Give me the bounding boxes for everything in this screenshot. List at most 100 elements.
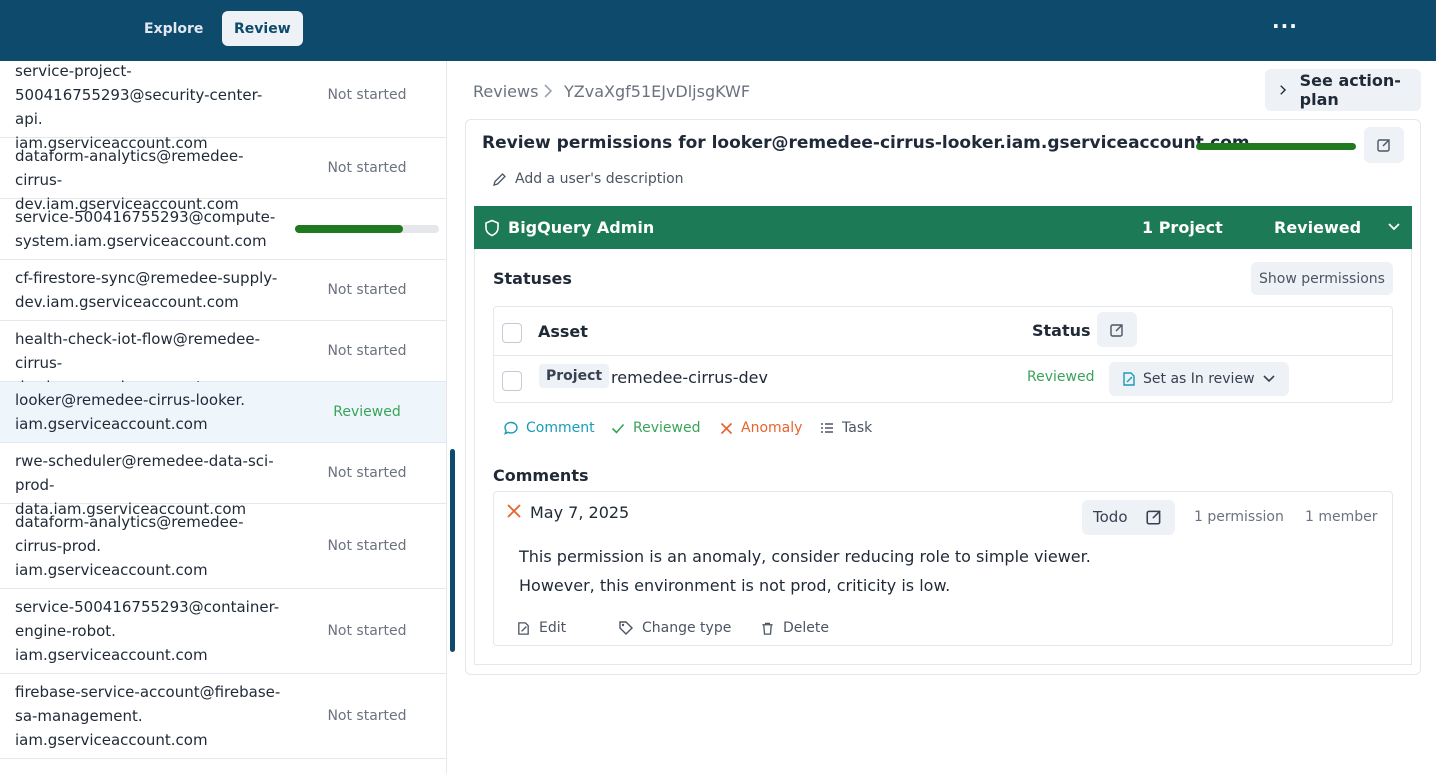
comment-button[interactable]: Comment <box>503 420 595 436</box>
edit-icon <box>1146 510 1161 525</box>
anomaly-icon <box>507 504 521 518</box>
todo-status-button[interactable]: Todo <box>1082 500 1175 535</box>
change-type-button[interactable]: Change type <box>618 620 731 636</box>
delete-label: Delete <box>783 620 829 636</box>
list-item-status: Not started <box>327 343 407 359</box>
list-item-name: dataform-analytics@remedee- cirrus-prod.… <box>15 513 244 579</box>
column-header-asset: Asset <box>538 322 588 341</box>
list-item-status: Not started <box>327 708 407 724</box>
task-label: Task <box>842 420 873 436</box>
breadcrumb-current: YZvaXgf51EJvDljsgKWF <box>564 82 751 101</box>
list-item[interactable]: firebase-service-account@firebase- sa-ma… <box>0 674 446 759</box>
see-action-plan-label: See action-plan <box>1299 71 1401 109</box>
list-item-name: firebase-service-account@firebase- sa-ma… <box>15 683 281 749</box>
edit-review-button[interactable] <box>1364 127 1404 163</box>
breadcrumb-root[interactable]: Reviews <box>473 82 538 101</box>
todo-label: Todo <box>1093 508 1128 526</box>
change-type-label: Change type <box>642 620 732 636</box>
tag-icon <box>619 621 633 635</box>
chevron-right-icon <box>1280 85 1287 95</box>
edit-comment-button[interactable]: Edit <box>516 620 566 636</box>
list-item[interactable]: dataform-analytics@remedee- cirrus-dev.i… <box>0 138 446 213</box>
list-item[interactable]: health-check-iot-flow@remedee- cirrus-de… <box>0 321 446 396</box>
list-item-name: service-500416755293@container- engine-r… <box>15 598 280 664</box>
edit-document-icon <box>518 621 529 635</box>
set-in-review-label: Set as In review <box>1143 371 1255 387</box>
statuses-heading: Statuses <box>493 269 572 288</box>
list-item-status: Not started <box>327 538 407 554</box>
list-item-name: service-500416755293@compute- system.iam… <box>15 208 276 250</box>
pencil-icon <box>493 172 506 186</box>
list-item-name: looker@remedee-cirrus-looker. iam.gservi… <box>15 391 246 433</box>
list-item-status: Not started <box>327 282 407 298</box>
sidebar-scrollbar[interactable] <box>450 449 455 652</box>
comment-text-line-1: This permission is an anomaly, consider … <box>519 547 1091 566</box>
tab-explore[interactable]: Explore <box>132 11 215 46</box>
review-progress-bar <box>1196 143 1356 150</box>
more-menu-icon[interactable]: ··· <box>1272 14 1298 38</box>
asset-name: remedee-cirrus-dev <box>611 368 768 387</box>
check-icon <box>611 423 625 434</box>
edit-icon <box>1110 323 1123 337</box>
role-name: BigQuery Admin <box>484 218 654 237</box>
comment-label: Comment <box>526 420 595 436</box>
list-item[interactable]: service-500416755293@compute- system.iam… <box>0 199 446 260</box>
task-button[interactable]: Task <box>819 420 872 436</box>
asset-status: Reviewed <box>1027 369 1095 385</box>
edit-status-button[interactable] <box>1097 312 1137 347</box>
delete-comment-button[interactable]: Delete <box>760 620 829 636</box>
tab-review[interactable]: Review <box>222 11 303 46</box>
role-status: Reviewed <box>1274 218 1362 237</box>
progress-bar <box>295 225 439 233</box>
list-item-selected[interactable]: looker@remedee-cirrus-looker. iam.gservi… <box>0 382 446 443</box>
add-description-button[interactable]: Add a user's description <box>492 171 684 187</box>
asset-type-badge: Project <box>539 364 610 388</box>
top-navbar: Explore Review ··· <box>0 0 1436 61</box>
task-list-icon <box>821 423 833 433</box>
select-all-checkbox[interactable] <box>502 323 522 343</box>
edit-document-icon <box>1123 372 1135 386</box>
chevron-right-icon <box>544 84 553 98</box>
list-item-status: Not started <box>327 623 407 639</box>
add-description-label: Add a user's description <box>515 171 684 187</box>
row-checkbox[interactable] <box>502 371 522 391</box>
anomaly-button[interactable]: Anomaly <box>719 420 802 436</box>
table-divider <box>494 355 1392 356</box>
role-header[interactable]: BigQuery Admin 1 Project Reviewed <box>474 206 1412 249</box>
see-action-plan-button[interactable]: See action-plan <box>1265 69 1421 111</box>
service-account-list: service-project- 500416755293@security-c… <box>0 61 447 774</box>
list-item[interactable]: service-500416755293@container- engine-r… <box>0 589 446 674</box>
comments-heading: Comments <box>493 466 589 485</box>
set-in-review-dropdown[interactable]: Set as In review <box>1109 362 1289 396</box>
progress-bar-fill <box>295 225 403 233</box>
show-permissions-button[interactable]: Show permissions <box>1251 262 1393 295</box>
chevron-down-icon[interactable] <box>1386 218 1402 234</box>
comment-text-line-2: However, this environment is not prod, c… <box>519 576 951 595</box>
member-count: 1 member <box>1305 509 1378 525</box>
shield-icon <box>485 219 499 236</box>
list-item-status: Reviewed <box>333 404 401 420</box>
list-item[interactable]: service-project- 500416755293@security-c… <box>0 61 446 152</box>
list-item-status: Not started <box>327 160 407 176</box>
anomaly-label: Anomaly <box>741 420 803 436</box>
close-icon <box>720 422 733 434</box>
permission-count: 1 permission <box>1194 509 1284 525</box>
edit-label: Edit <box>539 620 567 636</box>
reviewed-label: Reviewed <box>633 420 701 436</box>
list-item[interactable]: dataform-analytics@remedee- cirrus-prod.… <box>0 504 446 589</box>
list-item[interactable]: cf-firestore-sync@remedee-supply- dev.ia… <box>0 260 446 321</box>
list-item-status: Not started <box>327 465 407 481</box>
edit-icon <box>1377 139 1390 152</box>
list-item-name: cf-firestore-sync@remedee-supply- dev.ia… <box>15 269 278 311</box>
list-item-status: Not started <box>327 87 407 103</box>
comment-icon <box>504 421 518 435</box>
mark-reviewed-button[interactable]: Reviewed <box>610 420 700 436</box>
page-title: Review permissions for looker@remedee-ci… <box>482 133 1250 153</box>
trash-icon <box>762 622 773 635</box>
chevron-down-icon <box>1263 375 1275 383</box>
role-name-label: BigQuery Admin <box>508 218 655 237</box>
comment-date: May 7, 2025 <box>530 503 630 522</box>
role-project-count: 1 Project <box>1142 218 1223 237</box>
list-item[interactable]: rwe-scheduler@remedee-data-sci- prod-dat… <box>0 443 446 518</box>
column-header-status: Status <box>1032 321 1091 340</box>
